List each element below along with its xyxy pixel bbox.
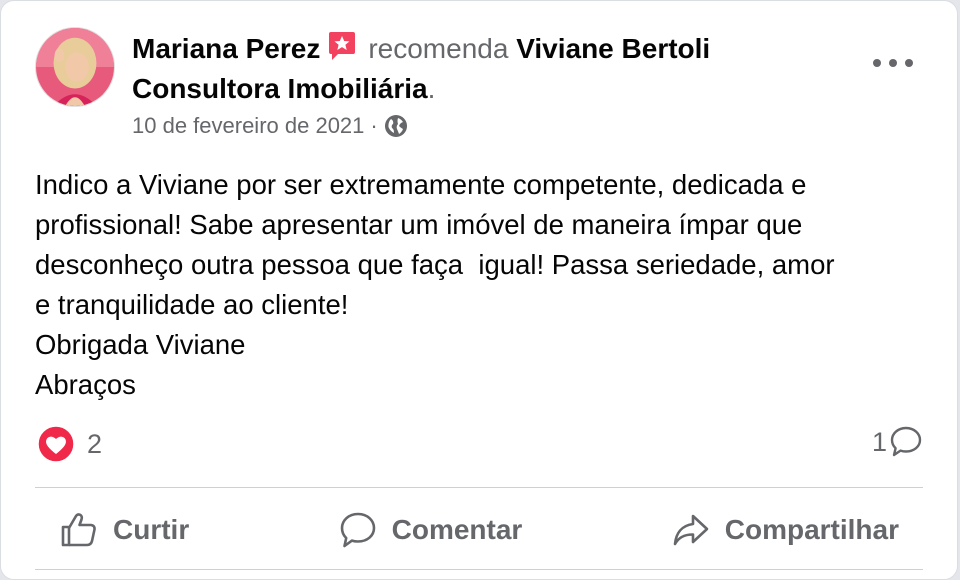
like-label: Curtir bbox=[113, 514, 190, 545]
author-name[interactable]: Mariana Perez bbox=[132, 33, 320, 64]
share-arrow-icon bbox=[673, 514, 709, 546]
globe-icon[interactable] bbox=[384, 114, 408, 138]
star-badge-icon bbox=[326, 30, 358, 62]
action-bar: Curtir Comentar Compartilhar bbox=[35, 497, 923, 563]
comment-label: Comentar bbox=[391, 514, 523, 545]
more-dot bbox=[889, 59, 897, 67]
comment-icon bbox=[340, 512, 375, 548]
comments-summary[interactable]: 1 bbox=[872, 425, 923, 459]
speech-bubble-icon bbox=[889, 425, 923, 459]
more-dot bbox=[873, 59, 881, 67]
post-body-line: Obrigada Viviane bbox=[35, 329, 246, 360]
post-body: Indico a Viviane por ser extremamente co… bbox=[35, 165, 935, 405]
divider bbox=[35, 487, 923, 488]
recommends-verb: recomenda bbox=[368, 33, 509, 64]
share-label: Compartilhar bbox=[724, 514, 899, 545]
reactions-summary[interactable]: 2 bbox=[37, 425, 102, 463]
comments-count: 1 bbox=[871, 426, 887, 457]
post-header: Mariana Perez recomenda Viviane Bertoli … bbox=[132, 29, 832, 109]
post-date[interactable]: 10 de fevereiro de 2021 bbox=[132, 111, 364, 141]
heart-icon bbox=[37, 425, 75, 463]
avatar-photo bbox=[36, 28, 114, 106]
like-button[interactable]: Curtir bbox=[35, 502, 213, 558]
more-dot bbox=[905, 59, 913, 67]
post-body-line: desconheço outra pessoa que faça igual! … bbox=[35, 249, 835, 280]
comment-button[interactable]: Comentar bbox=[314, 502, 547, 558]
post-meta: 10 de fevereiro de 2021 · bbox=[132, 111, 408, 141]
post-body-line: Abraços bbox=[35, 369, 136, 400]
share-button[interactable]: Compartilhar bbox=[647, 502, 923, 558]
header-period: . bbox=[427, 73, 436, 104]
post-body-line: Indico a Viviane por ser extremamente co… bbox=[35, 169, 807, 200]
post-body-line: profissional! Sabe apresentar um imóvel … bbox=[35, 209, 803, 240]
thumbs-up-icon bbox=[61, 513, 96, 547]
meta-separator: · bbox=[370, 113, 378, 138]
avatar[interactable] bbox=[35, 27, 115, 107]
reactions-count: 2 bbox=[87, 428, 103, 459]
recommendation-post-card: Mariana Perez recomenda Viviane Bertoli … bbox=[0, 0, 958, 580]
post-body-line: e tranquilidade ao cliente! bbox=[35, 289, 349, 320]
more-options-icon[interactable] bbox=[873, 49, 913, 77]
